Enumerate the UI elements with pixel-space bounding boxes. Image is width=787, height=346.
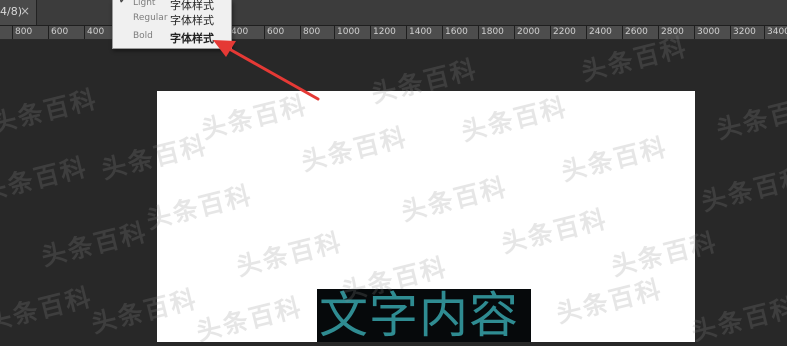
annotation-arrow-icon	[213, 40, 320, 101]
